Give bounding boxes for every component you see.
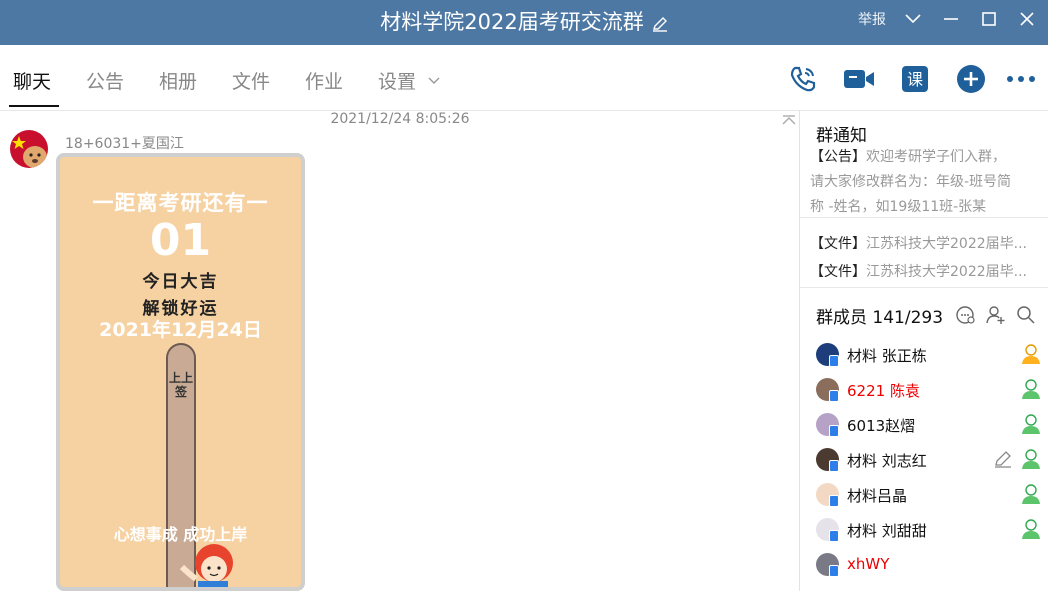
member-tools [956, 305, 1036, 329]
sender-name: 18+6031+夏国江 [65, 136, 184, 152]
more-icon[interactable] [1004, 62, 1038, 96]
member-name: 6221 陈袁 [847, 382, 920, 400]
sidebar-separator [800, 217, 1048, 218]
group-notice-text[interactable]: 【公告】欢迎考研学子们入群， 请大家修改群名为：年级-班号简 称 -姓名，如19… [810, 145, 1040, 220]
class-label: 课 [907, 70, 923, 89]
sidebar-separator [800, 287, 1048, 288]
fortune-stick-label: 上上签 [168, 371, 193, 399]
search-icon[interactable] [1016, 305, 1036, 329]
poster-countdown: 01 [149, 215, 212, 266]
chevron-down-icon[interactable] [902, 8, 924, 30]
member-name: 6013赵熠 [847, 417, 916, 435]
member-name: 材料 刘甜甜 [847, 522, 927, 540]
phone-call-icon[interactable] [786, 62, 820, 96]
sender-avatar[interactable] [10, 130, 48, 168]
member-row[interactable]: 材料 刘甜甜 [816, 516, 1042, 544]
member-row[interactable]: 材料 刘志红 [816, 446, 1042, 474]
mobile-status-icon [829, 495, 839, 507]
notice-line: 请大家修改群名为：年级-班号简 [810, 174, 1012, 190]
qq-group-chat-window: 材料学院2022届考研交流群 举报 聊天 公告 相册 文件 作业 设置 课 20… [0, 0, 1048, 591]
cartoon-child-illustration [178, 541, 248, 587]
group-name: 材料学院2022届考研交流群 [380, 10, 644, 34]
poster-date: 2021年12月24日 [99, 319, 262, 341]
members-count[interactable]: 群成员 141/293 [816, 303, 943, 328]
add-member-icon[interactable] [986, 305, 1006, 329]
poster-line1: 今日大吉 [142, 272, 219, 292]
group-admin-icon [1020, 518, 1042, 544]
tab-bar: 聊天 公告 相册 文件 作业 设置 [0, 45, 800, 111]
report-button[interactable]: 举报 [858, 9, 886, 29]
tab-announcement[interactable]: 公告 [86, 69, 124, 95]
title-bar: 材料学院2022届考研交流群 举报 [0, 0, 1048, 45]
mobile-status-icon [829, 565, 839, 577]
class-icon[interactable]: 课 [898, 62, 932, 96]
chevron-down-icon [428, 77, 440, 84]
chat-search-icon[interactable] [956, 305, 976, 329]
message-timestamp: 2021/12/24 8:05:26 [330, 111, 470, 127]
notice-line: 欢迎考研学子们入群， [866, 149, 1006, 165]
tab-chat[interactable]: 聊天 [13, 69, 51, 95]
close-icon[interactable] [1016, 8, 1038, 30]
member-row[interactable]: 6013赵熠 [816, 411, 1042, 439]
member-name: 材料吕晶 [847, 487, 908, 505]
minimize-icon[interactable] [940, 8, 962, 30]
collapse-icon[interactable] [782, 111, 796, 130]
add-icon[interactable] [954, 62, 988, 96]
file-name: 江苏科技大学2022届毕... [866, 236, 1027, 252]
tab-homework[interactable]: 作业 [305, 69, 343, 95]
file-tag: 【文件】 [810, 264, 866, 280]
member-row[interactable]: 材料吕晶 [816, 481, 1042, 509]
group-admin-icon [1020, 448, 1042, 474]
edit-name-icon[interactable] [652, 11, 668, 39]
group-sidebar: 群通知 【公告】欢迎考研学子们入群， 请大家修改群名为：年级-班号简 称 -姓名… [800, 111, 1048, 591]
mobile-status-icon [829, 390, 839, 402]
tab-files[interactable]: 文件 [232, 69, 270, 95]
group-admin-icon [1020, 378, 1042, 404]
mobile-status-icon [829, 530, 839, 542]
group-admin-icon [1020, 483, 1042, 509]
member-name: xhWY [847, 555, 890, 573]
tab-settings-label: 设置 [378, 71, 417, 93]
member-row[interactable]: xhWY [816, 551, 1042, 579]
member-name: 材料 张正栋 [847, 347, 927, 365]
group-notice-title[interactable]: 群通知 [816, 121, 867, 146]
video-call-icon[interactable] [842, 62, 876, 96]
group-owner-icon [1020, 343, 1042, 369]
chat-toolbar: 课 [780, 62, 1048, 98]
maximize-icon[interactable] [978, 8, 1000, 30]
chat-area[interactable]: 2021/12/24 8:05:26 18+6031+夏国江 一距离考研还有一 … [0, 111, 800, 591]
file-item[interactable]: 【文件】江苏科技大学2022届毕... [810, 233, 1042, 253]
poster-headline: 一距离考研还有一 [92, 191, 269, 215]
tab-settings[interactable]: 设置 [378, 69, 440, 95]
file-item[interactable]: 【文件】江苏科技大学2022届毕... [810, 261, 1042, 281]
member-row[interactable]: 材料 张正栋 [816, 341, 1042, 369]
file-name: 江苏科技大学2022届毕... [866, 264, 1027, 280]
member-row[interactable]: 6221 陈袁 [816, 376, 1042, 404]
notice-tag: 【公告】 [810, 149, 866, 165]
active-tab-underline [9, 105, 59, 107]
window-controls: 举报 [858, 8, 1038, 30]
mobile-status-icon [829, 460, 839, 472]
file-tag: 【文件】 [810, 236, 866, 252]
group-admin-icon [1020, 413, 1042, 439]
member-name: 材料 刘志红 [847, 452, 927, 470]
mobile-status-icon [829, 425, 839, 437]
image-message[interactable]: 一距离考研还有一 01 今日大吉 解锁好运 2021年12月24日 上上签 心想… [56, 153, 305, 591]
mobile-status-icon [829, 355, 839, 367]
edit-icon[interactable] [994, 450, 1012, 472]
tab-album[interactable]: 相册 [159, 69, 197, 95]
